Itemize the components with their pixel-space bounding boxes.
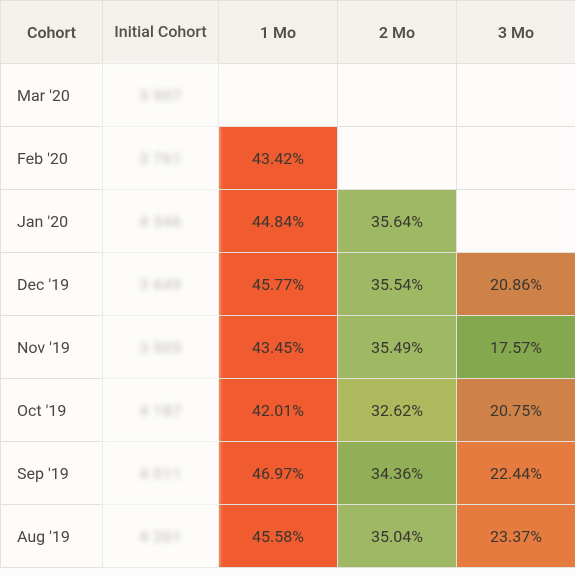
retention-cell: 22.44% [457,442,575,505]
header-1mo: 1 Mo [219,1,338,64]
header-3mo: 3 Mo [457,1,575,64]
retention-cell: 43.42% [219,127,338,190]
retention-cell: 35.49% [338,316,457,379]
table-row: Aug '194 26145.58%35.04%23.37% [1,505,575,568]
table-row: Mar '203 907 [1,64,575,127]
header-initial-cohort: Initial Cohort [103,1,219,64]
empty-cell [338,127,457,190]
empty-cell [457,190,575,253]
initial-cohort-value: 4 346 [103,190,219,253]
retention-cell: 44.84% [219,190,338,253]
retention-cell: 32.62% [338,379,457,442]
retention-cell: 46.97% [219,442,338,505]
table-row: Jan '204 34644.84%35.64% [1,190,575,253]
cohort-label: Dec '19 [1,253,103,316]
empty-cell [338,64,457,127]
initial-cohort-value: 3 649 [103,253,219,316]
empty-cell [457,127,575,190]
header-cohort: Cohort [1,1,103,64]
table-row: Oct '194 18742.01%32.62%20.75% [1,379,575,442]
table-row: Dec '193 64945.77%35.54%20.86% [1,253,575,316]
retention-cell: 20.75% [457,379,575,442]
table-row: Feb '203 76143.42% [1,127,575,190]
cohort-label: Mar '20 [1,64,103,127]
initial-cohort-value: 3 907 [103,64,219,127]
retention-cell: 43.45% [219,316,338,379]
cohort-label: Sep '19 [1,442,103,505]
retention-cell: 45.58% [219,505,338,568]
retention-cell: 20.86% [457,253,575,316]
cohort-label: Nov '19 [1,316,103,379]
initial-cohort-value: 4 011 [103,442,219,505]
table-body: Mar '203 907Feb '203 76143.42%Jan '204 3… [1,64,575,568]
table-row: Sep '194 01146.97%34.36%22.44% [1,442,575,505]
retention-cell: 23.37% [457,505,575,568]
initial-cohort-value: 3 761 [103,127,219,190]
cohort-label: Aug '19 [1,505,103,568]
table-row: Nov '193 50543.45%35.49%17.57% [1,316,575,379]
cohort-label: Feb '20 [1,127,103,190]
empty-cell [457,64,575,127]
retention-cell: 45.77% [219,253,338,316]
retention-cell: 35.54% [338,253,457,316]
retention-cell: 42.01% [219,379,338,442]
initial-cohort-value: 4 261 [103,505,219,568]
initial-cohort-value: 4 187 [103,379,219,442]
retention-cell: 35.04% [338,505,457,568]
cohort-retention-table: Cohort Initial Cohort 1 Mo 2 Mo 3 Mo Mar… [0,0,575,568]
retention-cell: 17.57% [457,316,575,379]
header-2mo: 2 Mo [338,1,457,64]
retention-cell: 35.64% [338,190,457,253]
initial-cohort-value: 3 505 [103,316,219,379]
empty-cell [219,64,338,127]
header-row: Cohort Initial Cohort 1 Mo 2 Mo 3 Mo [1,1,575,64]
retention-cell: 34.36% [338,442,457,505]
cohort-label: Oct '19 [1,379,103,442]
cohort-label: Jan '20 [1,190,103,253]
